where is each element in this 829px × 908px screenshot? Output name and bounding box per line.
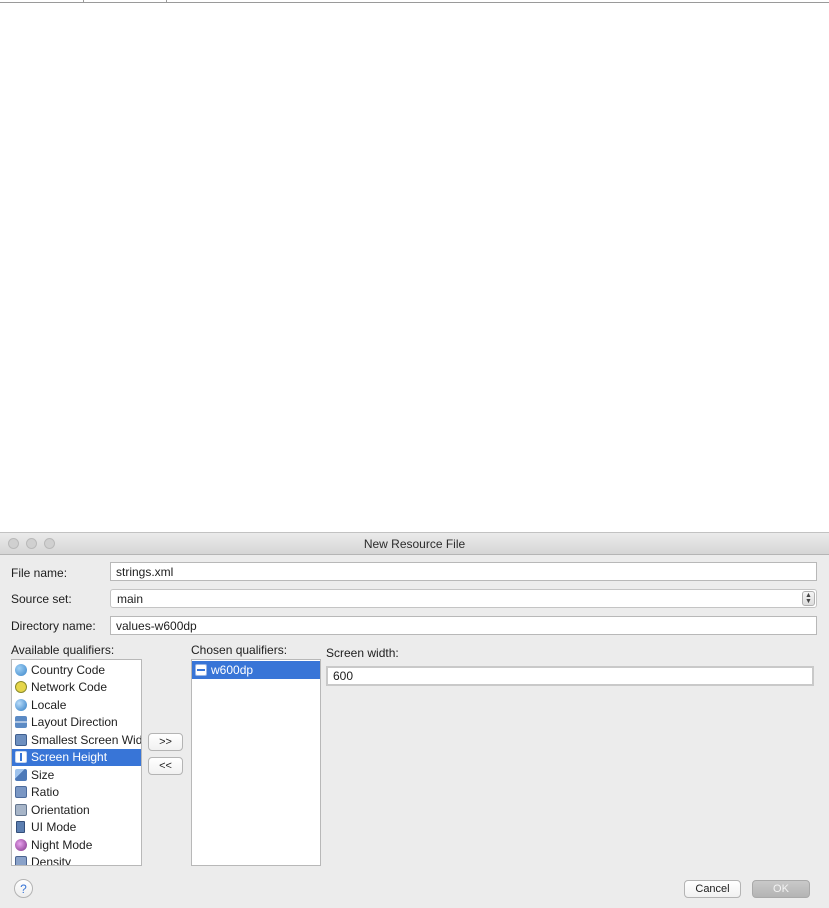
- list-item-selected[interactable]: w600dp: [192, 661, 320, 679]
- available-qualifiers-label: Available qualifiers:: [11, 643, 115, 657]
- screen-width-icon: [195, 663, 207, 676]
- smallest-screen-icon: [15, 733, 27, 746]
- toolbar-divider: [166, 0, 167, 3]
- screen-width-input[interactable]: [326, 666, 814, 686]
- screen-height-icon: [15, 751, 27, 764]
- list-item[interactable]: Network Code: [12, 679, 141, 697]
- locale-icon: [15, 698, 27, 711]
- source-set-value: main: [117, 592, 144, 606]
- available-qualifiers-list[interactable]: Country Code Network Code Locale Layout …: [11, 659, 142, 866]
- toolbar-divider: [83, 0, 84, 3]
- list-item[interactable]: Density: [12, 854, 141, 865]
- globe-icon: [15, 663, 27, 676]
- directory-name-input[interactable]: [110, 616, 817, 635]
- night-mode-icon: [15, 838, 27, 851]
- network-icon: [15, 681, 27, 694]
- help-button[interactable]: ?: [14, 879, 33, 898]
- list-item[interactable]: Layout Direction: [12, 714, 141, 732]
- title-bar: New Resource File: [0, 533, 829, 555]
- list-item[interactable]: Ratio: [12, 784, 141, 802]
- chevron-updown-icon[interactable]: ▲ ▼: [802, 591, 815, 606]
- new-resource-file-dialog: New Resource File File name: Source set:…: [0, 532, 829, 908]
- top-toolbar-edge: [0, 0, 829, 3]
- layout-direction-icon: [15, 716, 27, 729]
- cancel-button[interactable]: Cancel: [684, 880, 741, 898]
- list-item[interactable]: Night Mode: [12, 836, 141, 854]
- list-item[interactable]: Smallest Screen Wid: [12, 731, 141, 749]
- list-item[interactable]: UI Mode: [12, 819, 141, 837]
- list-item-selected[interactable]: Screen Height: [12, 748, 141, 766]
- ui-mode-icon: [16, 821, 25, 834]
- size-icon: [15, 768, 27, 781]
- list-item[interactable]: Country Code: [12, 661, 141, 679]
- density-icon: [15, 856, 27, 865]
- source-set-select[interactable]: main ▲ ▼: [110, 589, 817, 608]
- directory-name-label: Directory name:: [11, 619, 96, 633]
- list-item[interactable]: Orientation: [12, 801, 141, 819]
- add-qualifier-button[interactable]: >>: [148, 733, 183, 751]
- file-name-input[interactable]: [110, 562, 817, 581]
- source-set-label: Source set:: [11, 592, 72, 606]
- list-item[interactable]: Locale: [12, 696, 141, 714]
- list-item[interactable]: Size: [12, 766, 141, 784]
- chosen-qualifiers-label: Chosen qualifiers:: [191, 643, 288, 657]
- orientation-icon: [15, 803, 27, 816]
- remove-qualifier-button[interactable]: <<: [148, 757, 183, 775]
- file-name-label: File name:: [11, 566, 68, 580]
- ok-button[interactable]: OK: [752, 880, 810, 898]
- screen-width-label: Screen width:: [326, 646, 399, 660]
- dialog-title: New Resource File: [363, 537, 466, 551]
- chosen-qualifiers-list[interactable]: w600dp: [191, 659, 321, 866]
- ratio-icon: [15, 786, 27, 799]
